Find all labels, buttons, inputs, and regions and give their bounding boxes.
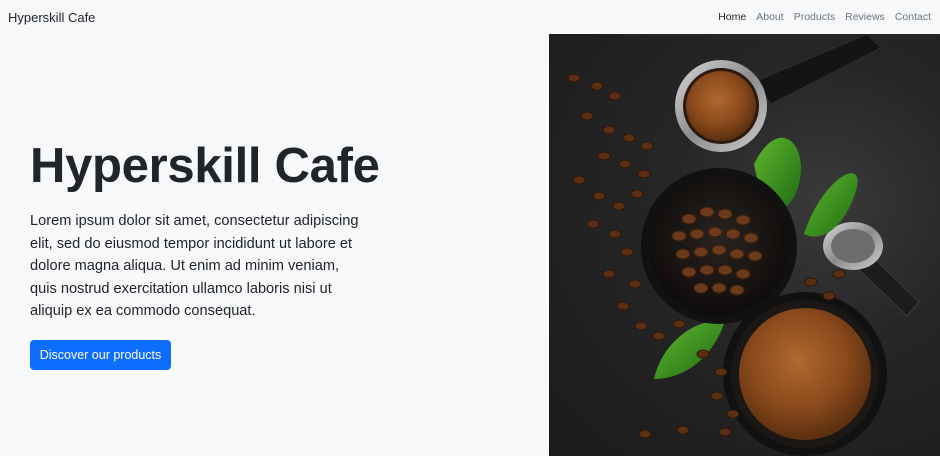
nav-links: Home About Products Reviews Contact <box>708 11 931 23</box>
hero-section: Hyperskill Cafe Lorem ipsum dolor sit am… <box>30 34 530 456</box>
nav-link-home[interactable]: Home <box>708 11 746 23</box>
nav-link-about[interactable]: About <box>746 11 783 23</box>
coffee-beans-image <box>549 34 940 456</box>
navbar-brand[interactable]: Hyperskill Cafe <box>8 10 95 25</box>
discover-products-button[interactable]: Discover our products <box>30 340 171 370</box>
nav-link-products[interactable]: Products <box>784 11 835 23</box>
coffee-illustration <box>567 34 920 456</box>
nav-link-contact[interactable]: Contact <box>885 11 931 23</box>
hero-title: Hyperskill Cafe <box>30 139 380 193</box>
navbar: Hyperskill Cafe Home About Products Revi… <box>0 0 940 34</box>
nav-link-reviews[interactable]: Reviews <box>835 11 885 23</box>
hero-description: Lorem ipsum dolor sit amet, consectetur … <box>30 213 359 319</box>
